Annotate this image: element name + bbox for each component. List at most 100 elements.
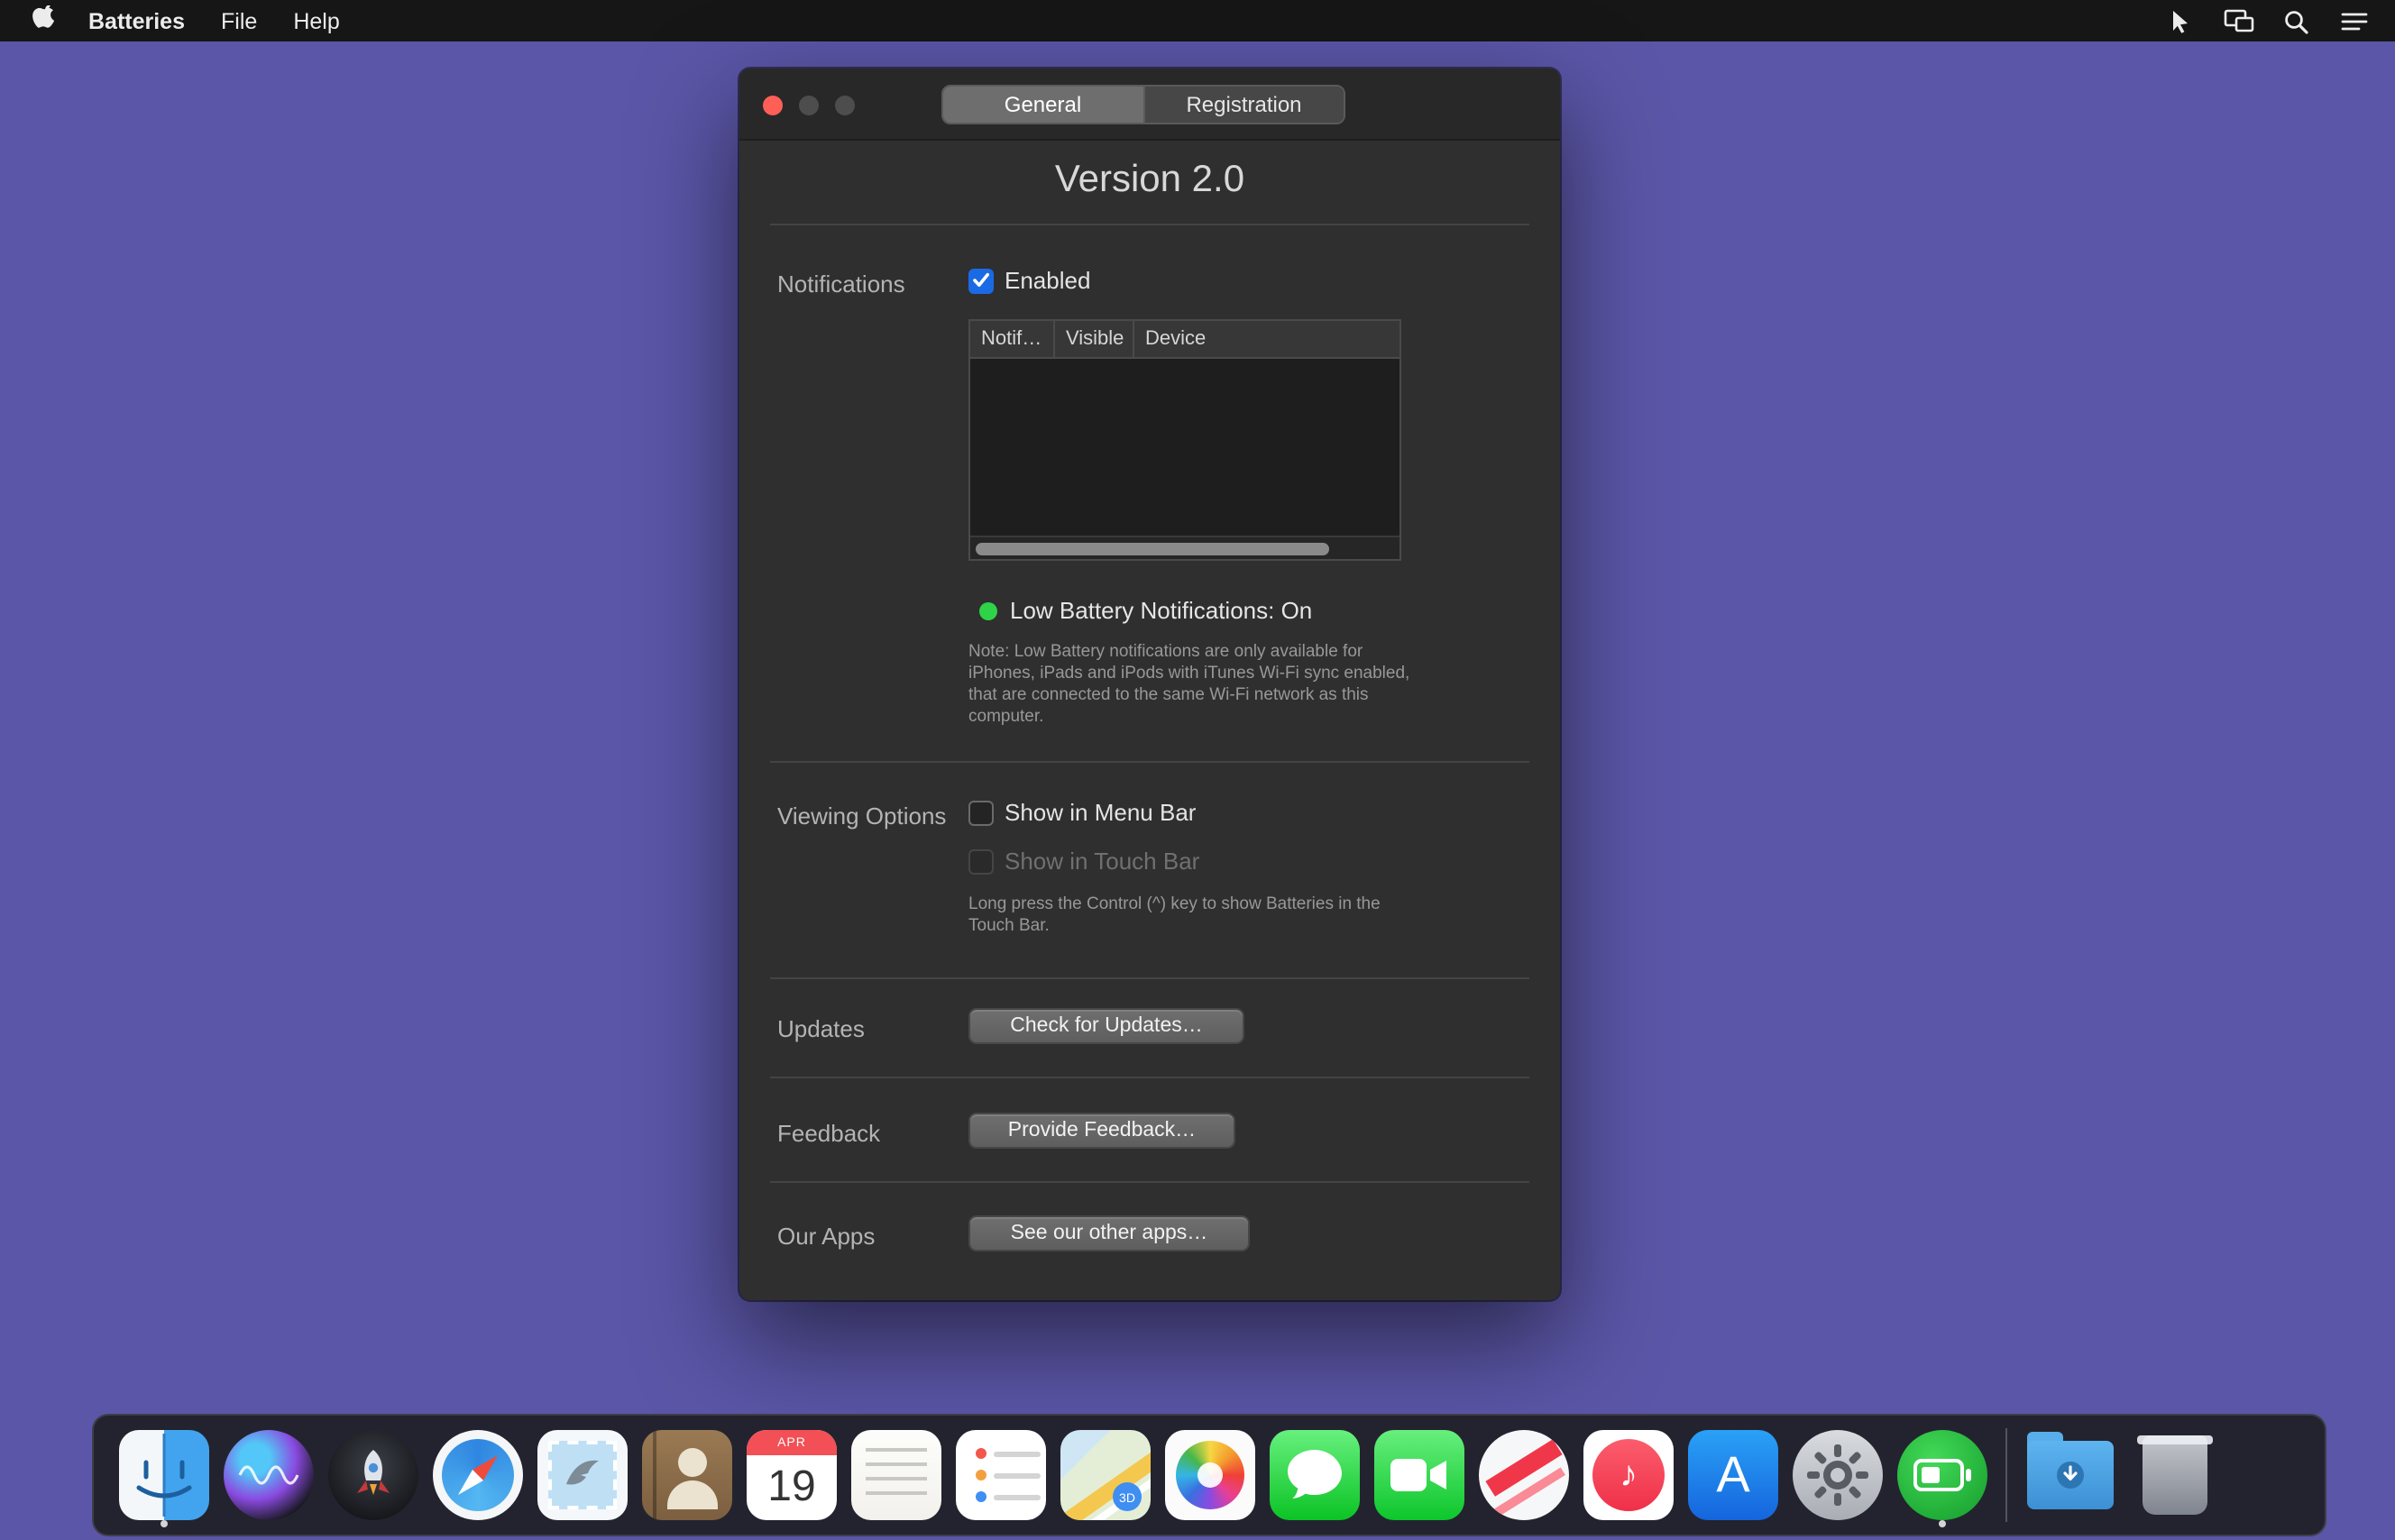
- menu-item-help[interactable]: Help: [275, 0, 357, 41]
- show-in-touch-bar-checkbox: [968, 848, 994, 874]
- file-menu-label: File: [221, 8, 257, 33]
- horizontal-scrollbar: [970, 536, 1399, 559]
- news-icon: [1479, 1430, 1569, 1520]
- see-our-other-apps-label: See our other apps…: [1011, 1223, 1208, 1244]
- dock-icon-notes[interactable]: [846, 1425, 947, 1526]
- low-battery-status-label: Low Battery Notifications: On: [1010, 597, 1312, 624]
- column-header-visible: Visible: [1055, 321, 1134, 357]
- provide-feedback-button[interactable]: Provide Feedback…: [968, 1113, 1235, 1149]
- dock-icon-mail[interactable]: [532, 1425, 633, 1526]
- spotlight-icon[interactable]: [2276, 0, 2316, 41]
- enabled-checkbox[interactable]: [968, 268, 994, 293]
- system-preferences-icon: [1793, 1430, 1883, 1520]
- dock-icon-trash[interactable]: [2124, 1425, 2225, 1526]
- app-store-icon: A: [1688, 1430, 1778, 1520]
- tab-general-label: General: [1005, 92, 1081, 117]
- safari-icon: [433, 1430, 523, 1520]
- dock-icon-maps[interactable]: 3D: [1055, 1425, 1156, 1526]
- check-for-updates-button[interactable]: Check for Updates…: [968, 1008, 1244, 1044]
- dock: APR 19 3D: [92, 1414, 2326, 1536]
- notification-center-icon[interactable]: [2334, 0, 2373, 41]
- dock-icon-facetime[interactable]: [1369, 1425, 1470, 1526]
- appstore-a-glyph: A: [1716, 1446, 1749, 1504]
- app-name-label: Batteries: [88, 8, 185, 33]
- siri-icon: [224, 1430, 314, 1520]
- horizontal-scrollbar-thumb[interactable]: [976, 543, 1329, 555]
- maps-icon: 3D: [1060, 1430, 1151, 1520]
- provide-feedback-label: Provide Feedback…: [1008, 1120, 1196, 1141]
- apple-icon: [32, 5, 56, 37]
- dock-icon-calendar[interactable]: APR 19: [741, 1425, 842, 1526]
- show-in-menu-bar-label: Show in Menu Bar: [1005, 799, 1196, 826]
- dock-icon-launchpad[interactable]: [323, 1425, 424, 1526]
- show-in-menu-bar-checkbox[interactable]: [968, 800, 994, 825]
- notifications-note: Note: Low Battery notifications are only…: [968, 642, 1423, 729]
- dock-icon-batteries[interactable]: [1892, 1425, 1993, 1526]
- tab-registration[interactable]: Registration: [1142, 87, 1344, 123]
- trash-icon: [2143, 1435, 2207, 1515]
- column-header-device: Device: [1134, 321, 1399, 357]
- pointer-icon[interactable]: [2161, 0, 2200, 41]
- dock-icon-photos[interactable]: [1160, 1425, 1261, 1526]
- dock-icon-contacts[interactable]: [637, 1425, 738, 1526]
- display-icon[interactable]: [2218, 0, 2258, 41]
- enabled-checkbox-label: Enabled: [1005, 267, 1090, 294]
- menu-item-file[interactable]: File: [203, 0, 275, 41]
- status-green-dot-icon: [979, 601, 997, 619]
- feedback-section-label: Feedback: [777, 1120, 880, 1147]
- music-note-glyph: ♪: [1620, 1454, 1638, 1496]
- calendar-day: 19: [747, 1455, 837, 1520]
- dock-icon-news[interactable]: [1473, 1425, 1574, 1526]
- svg-text:3D: 3D: [1119, 1490, 1135, 1505]
- launchpad-icon: [328, 1430, 418, 1520]
- low-battery-status-row: Low Battery Notifications: On: [979, 597, 1312, 624]
- separator: [770, 761, 1529, 763]
- dock-icon-system-preferences[interactable]: [1787, 1425, 1888, 1526]
- viewing-options-section-label: Viewing Options: [777, 802, 946, 830]
- dock-icon-finder[interactable]: [114, 1425, 215, 1526]
- minimize-button[interactable]: [799, 95, 819, 115]
- our-apps-section-label: Our Apps: [777, 1223, 875, 1250]
- column-header-notification: Notif…: [970, 321, 1055, 357]
- dock-icon-safari[interactable]: [427, 1425, 528, 1526]
- zoom-button[interactable]: [835, 95, 855, 115]
- version-title: Version 2.0: [739, 159, 1560, 202]
- separator: [770, 977, 1529, 979]
- messages-icon: [1270, 1430, 1360, 1520]
- devices-table-header: Notif… Visible Device: [970, 321, 1399, 359]
- separator: [770, 224, 1529, 225]
- batteries-app-icon: [1897, 1430, 1987, 1520]
- see-our-other-apps-button[interactable]: See our other apps…: [968, 1215, 1250, 1251]
- calendar-icon: APR 19: [747, 1430, 837, 1520]
- photos-icon: [1165, 1430, 1255, 1520]
- enabled-checkbox-row: Enabled: [968, 267, 1090, 294]
- apple-menu[interactable]: [22, 0, 70, 41]
- touch-bar-note: Long press the Control (^) key to show B…: [968, 894, 1423, 938]
- dock-icon-siri[interactable]: [218, 1425, 319, 1526]
- dock-icon-music[interactable]: ♪: [1578, 1425, 1679, 1526]
- updates-section-label: Updates: [777, 1015, 865, 1042]
- close-button[interactable]: [763, 95, 783, 115]
- notifications-section-label: Notifications: [777, 270, 905, 298]
- downloads-folder-icon: [2027, 1441, 2114, 1509]
- tab-bar: General Registration: [941, 85, 1345, 124]
- dock-icon-app-store[interactable]: A: [1683, 1425, 1784, 1526]
- dock-icon-messages[interactable]: [1264, 1425, 1365, 1526]
- mail-icon: [537, 1430, 628, 1520]
- contacts-icon: [642, 1430, 732, 1520]
- music-icon: ♪: [1583, 1430, 1674, 1520]
- help-menu-label: Help: [293, 8, 339, 33]
- menu-item-app-name[interactable]: Batteries: [70, 0, 203, 41]
- window-titlebar[interactable]: General Registration: [739, 69, 1560, 141]
- finder-icon: [119, 1430, 209, 1520]
- check-for-updates-label: Check for Updates…: [1010, 1015, 1203, 1037]
- tab-general[interactable]: General: [943, 87, 1142, 123]
- separator: [770, 1181, 1529, 1183]
- show-in-menu-bar-row: Show in Menu Bar: [968, 799, 1196, 826]
- dock-icon-reminders[interactable]: [950, 1425, 1051, 1526]
- separator: [770, 1077, 1529, 1078]
- menu-bar: Batteries File Help: [0, 0, 2395, 41]
- tab-registration-label: Registration: [1186, 92, 1301, 117]
- dock-icon-downloads-folder[interactable]: [2020, 1425, 2121, 1526]
- calendar-month: APR: [747, 1430, 837, 1455]
